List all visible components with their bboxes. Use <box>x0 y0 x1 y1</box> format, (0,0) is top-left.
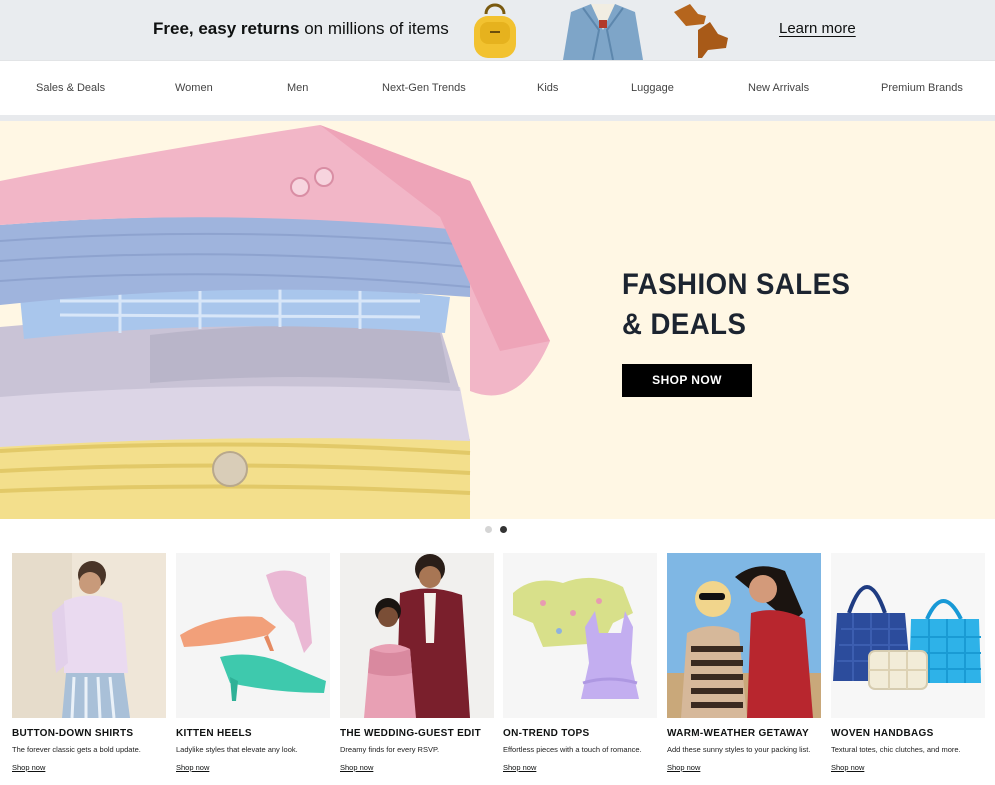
learn-more-link[interactable]: Learn more <box>779 20 856 37</box>
card-image[interactable] <box>503 553 657 718</box>
nav-item-new-arrivals[interactable]: New Arrivals <box>748 82 809 94</box>
card-image[interactable] <box>176 553 330 718</box>
promo-banner: Free, easy returns on millions of items … <box>0 0 995 60</box>
card-description: Dreamy finds for every RSVP. <box>340 745 440 754</box>
promo-text-rest: on millions of items <box>299 19 449 38</box>
getaway-models-image <box>667 553 821 718</box>
shop-now-link[interactable]: Shop now <box>12 763 45 772</box>
nav-item-sales-deals[interactable]: Sales & Deals <box>36 82 105 94</box>
nav-item-men[interactable]: Men <box>287 82 308 94</box>
card-description: The forever classic gets a bold update. <box>12 745 141 754</box>
card-image[interactable] <box>667 553 821 718</box>
card-description: Textural totes, chic clutches, and more. <box>831 745 961 754</box>
card-image[interactable] <box>340 553 494 718</box>
product-card: WOVEN HANDBAGS Textural totes, chic clut… <box>831 553 985 775</box>
product-card: BUTTON-DOWN SHIRTS The forever classic g… <box>12 553 166 775</box>
hero-title: FASHION SALES & DEALS <box>622 265 850 345</box>
product-card: ON-TREND TOPS Effortless pieces with a t… <box>503 553 657 775</box>
shop-now-link[interactable]: Shop now <box>340 763 373 772</box>
shop-now-link[interactable]: Shop now <box>176 763 209 772</box>
yellow-backpack-image <box>474 3 516 58</box>
nav-item-next-gen-trends[interactable]: Next-Gen Trends <box>382 82 466 94</box>
product-card: WARM-WEATHER GETAWAY Add these sunny sty… <box>667 553 821 775</box>
nav-item-luggage[interactable]: Luggage <box>631 82 674 94</box>
nav-item-women[interactable]: Women <box>175 82 213 94</box>
carousel-dot-1[interactable] <box>485 526 492 533</box>
denim-jacket-image <box>563 4 643 60</box>
product-card: THE WEDDING-GUEST EDIT Dreamy finds for … <box>340 553 494 775</box>
card-title: ON-TREND TOPS <box>503 728 590 739</box>
product-card: KITTEN HEELS Ladylike styles that elevat… <box>176 553 330 775</box>
card-title: WOVEN HANDBAGS <box>831 728 934 739</box>
shop-now-button[interactable]: SHOP NOW <box>622 364 752 397</box>
nav-item-kids[interactable]: Kids <box>537 82 558 94</box>
carousel-indicators <box>485 526 507 533</box>
card-title: THE WEDDING-GUEST EDIT <box>340 728 482 739</box>
woven-handbags-image <box>831 553 985 718</box>
folded-sweaters-stack-image <box>0 125 550 519</box>
trend-tops-image <box>503 553 657 718</box>
card-description: Add these sunny styles to your packing l… <box>667 745 811 754</box>
button-down-shirt-model-image <box>12 553 166 718</box>
hero-title-line1: FASHION SALES <box>622 268 851 301</box>
shop-now-link[interactable]: Shop now <box>667 763 700 772</box>
card-title: KITTEN HEELS <box>176 728 252 739</box>
wedding-guest-models-image <box>340 553 494 718</box>
promo-text: Free, easy returns on millions of items <box>153 19 449 39</box>
card-description: Ladylike styles that elevate any look. <box>176 745 298 754</box>
brown-boots-image <box>674 4 728 58</box>
card-title: WARM-WEATHER GETAWAY <box>667 728 809 739</box>
hero-title-line2: & DEALS <box>622 308 747 341</box>
card-title: BUTTON-DOWN SHIRTS <box>12 728 134 739</box>
card-image[interactable] <box>831 553 985 718</box>
category-nav: Sales & Deals Women Men Next-Gen Trends … <box>0 60 995 115</box>
promo-text-bold: Free, easy returns <box>153 19 300 38</box>
kitten-heels-image <box>176 553 330 718</box>
hero-banner[interactable]: FASHION SALES & DEALS SHOP NOW <box>0 121 995 519</box>
card-image[interactable] <box>12 553 166 718</box>
nav-item-premium-brands[interactable]: Premium Brands <box>881 82 963 94</box>
shop-now-link[interactable]: Shop now <box>503 763 536 772</box>
card-description: Effortless pieces with a touch of romanc… <box>503 745 642 754</box>
shop-now-link[interactable]: Shop now <box>831 763 864 772</box>
carousel-dot-2[interactable] <box>500 526 507 533</box>
